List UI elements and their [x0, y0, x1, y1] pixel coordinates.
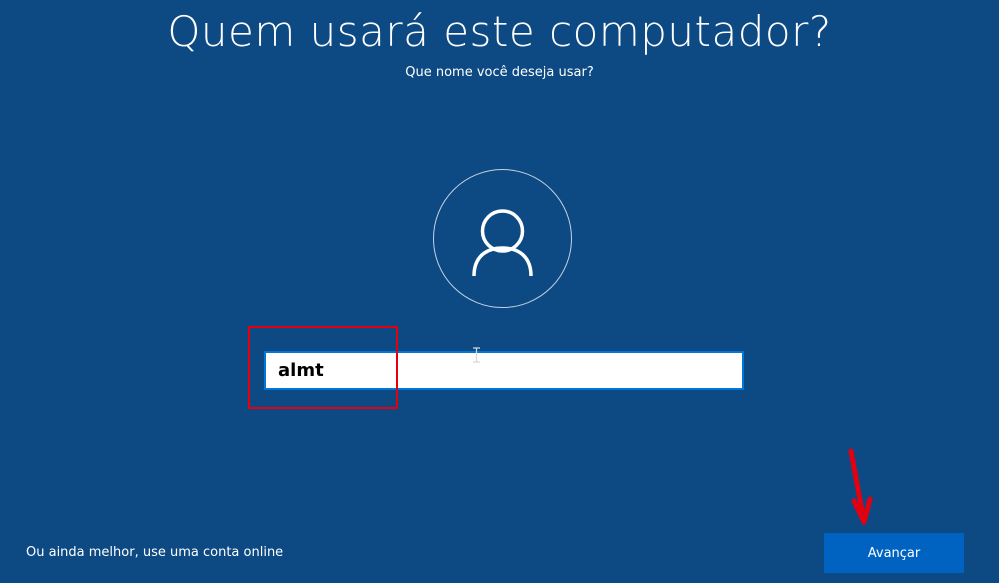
- oobe-screen: Quem usará este computador? Que nome voc…: [0, 0, 999, 583]
- page-subtitle: Que nome você deseja usar?: [405, 65, 594, 80]
- annotation-arrow-icon: [848, 448, 873, 525]
- user-icon: [472, 209, 533, 277]
- annotation-highlight-box: [248, 326, 398, 409]
- avatar: [433, 169, 572, 308]
- page-title: Quem usará este computador?: [167, 7, 832, 56]
- online-account-link[interactable]: Ou ainda melhor, use uma conta online: [26, 543, 283, 563]
- next-button[interactable]: Avançar: [824, 533, 964, 573]
- text-cursor-icon: [473, 347, 480, 363]
